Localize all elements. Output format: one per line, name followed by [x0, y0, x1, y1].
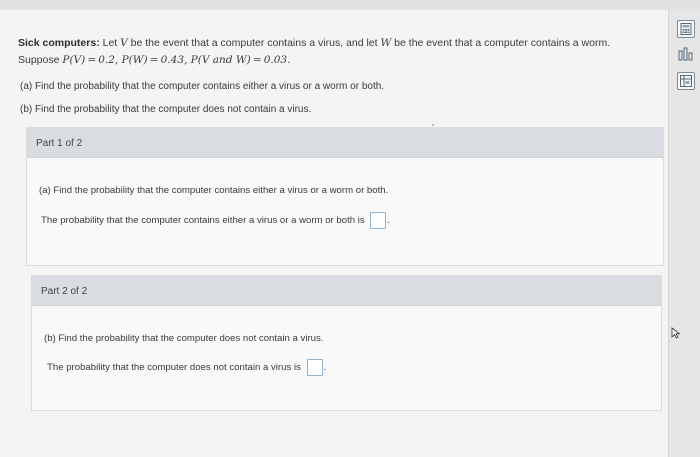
- part-1-header: Part 1 of 2: [27, 128, 663, 158]
- table-icon[interactable]: [677, 72, 695, 90]
- mouse-cursor-icon: [671, 326, 681, 344]
- dot-mark: [432, 124, 434, 126]
- part-2-header: Part 2 of 2: [32, 276, 661, 306]
- part-1-question: (a) Find the probability that the comput…: [39, 185, 389, 196]
- chart-icon[interactable]: [677, 45, 695, 63]
- part-2-panel: Part 2 of 2 (b) Find the probability tha…: [31, 275, 662, 411]
- part-2-question: (b) Find the probability that the comput…: [44, 333, 324, 344]
- part-2-body: (b) Find the probability that the comput…: [32, 306, 661, 410]
- problem-line-2: Suppose P(V) = 0.2, P(W) = 0.43, P(V and…: [18, 54, 291, 66]
- calculator-icon[interactable]: [677, 20, 695, 38]
- given-probabilities: P(V) = 0.2, P(W) = 0.43, P(V and W) = 0.…: [62, 54, 291, 66]
- problem-statement: Sick computers: Let V be the event that …: [18, 35, 663, 69]
- part-1-panel: Part 1 of 2 (a) Find the probability tha…: [26, 127, 664, 266]
- problem-title: Sick computers:: [18, 37, 100, 49]
- top-bar: [0, 0, 700, 10]
- part-1-answer-input[interactable]: [370, 212, 387, 229]
- question-a: (a) Find the probability that the comput…: [20, 81, 385, 92]
- part-2-answer-input[interactable]: [306, 359, 323, 376]
- question-b: (b) Find the probability that the comput…: [20, 104, 312, 115]
- part-2-answer-line: The probability that the computer does n…: [47, 359, 326, 376]
- problem-line-1: Sick computers: Let V be the event that …: [18, 37, 611, 49]
- part-1-answer-line: The probability that the computer contai…: [41, 212, 390, 229]
- part-1-body: (a) Find the probability that the comput…: [27, 158, 663, 265]
